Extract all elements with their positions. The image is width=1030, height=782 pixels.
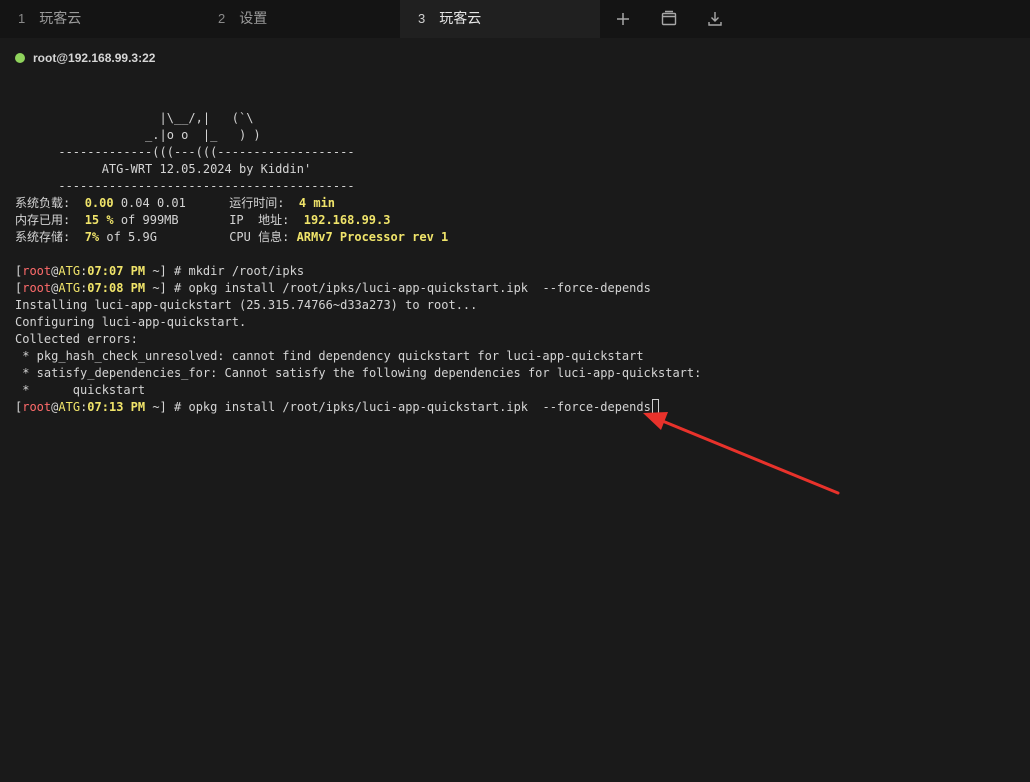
red-arrow-annotation	[643, 412, 840, 495]
